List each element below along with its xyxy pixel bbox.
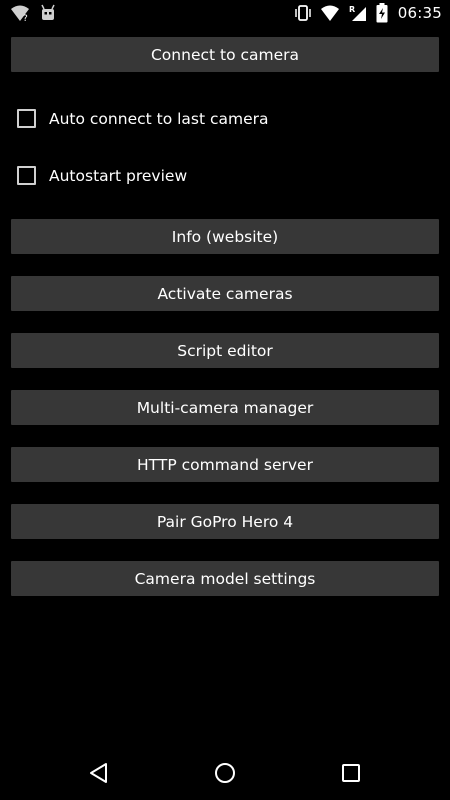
auto-connect-label: Auto connect to last camera (49, 109, 269, 128)
battery-charging-icon (376, 3, 388, 23)
script-editor-button[interactable]: Script editor (11, 333, 439, 368)
connect-to-camera-button[interactable]: Connect to camera (11, 37, 439, 72)
svg-text:R: R (349, 5, 355, 14)
camera-model-settings-button[interactable]: Camera model settings (11, 561, 439, 596)
autostart-preview-label: Autostart preview (49, 166, 188, 185)
vibrate-icon (294, 4, 312, 22)
activate-cameras-button[interactable]: Activate cameras (11, 276, 439, 311)
autostart-preview-row[interactable]: Autostart preview (17, 147, 439, 204)
home-icon[interactable] (210, 758, 240, 788)
wifi-question-icon: ? (10, 4, 30, 22)
auto-connect-checkbox[interactable] (17, 109, 36, 128)
svg-text:?: ? (23, 14, 28, 22)
status-bar: ? R 06:35 (0, 0, 450, 28)
http-command-server-button[interactable]: HTTP command server (11, 447, 439, 482)
android-icon (40, 4, 56, 22)
back-icon[interactable] (84, 758, 114, 788)
pair-gopro-hero-4-button[interactable]: Pair GoPro Hero 4 (11, 504, 439, 539)
multi-camera-manager-button[interactable]: Multi-camera manager (11, 390, 439, 425)
info-website-button[interactable]: Info (website) (11, 219, 439, 254)
main-content: Connect to camera Auto connect to last c… (11, 37, 439, 596)
status-time: 06:35 (397, 4, 442, 22)
recents-icon[interactable] (336, 758, 366, 788)
auto-connect-row[interactable]: Auto connect to last camera (17, 90, 439, 147)
autostart-preview-checkbox[interactable] (17, 166, 36, 185)
navigation-bar (0, 744, 450, 800)
wifi-icon (320, 4, 340, 22)
signal-roaming-icon: R (348, 4, 368, 22)
